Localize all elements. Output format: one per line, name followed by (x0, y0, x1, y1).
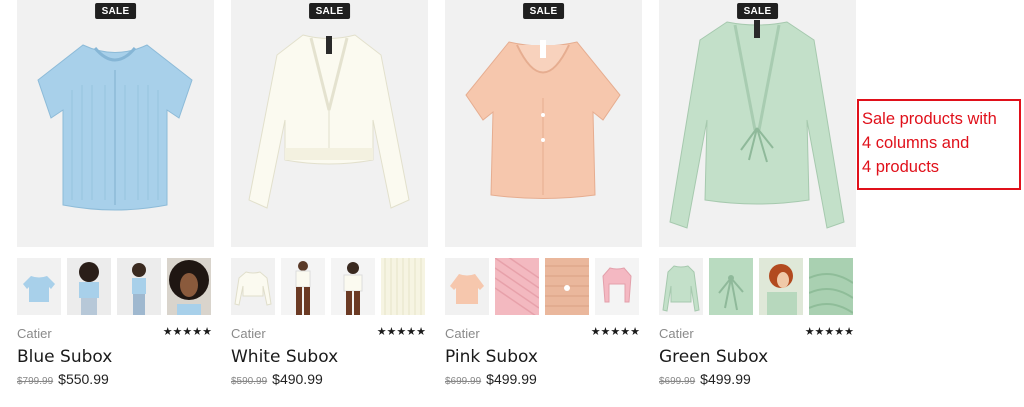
sale-badge: SALE (736, 3, 779, 19)
product-main-image[interactable]: SALE (231, 0, 428, 247)
thumbnail[interactable] (231, 258, 275, 315)
sale-price: $490.99 (272, 371, 323, 387)
product-brand: Catier (659, 326, 694, 341)
product-card[interactable]: SALE Catier ★★★★★ Blue Subox $799.99 $55… (17, 0, 214, 407)
thumbnail-strip (17, 258, 211, 315)
thumbnail[interactable] (595, 258, 639, 315)
thumbnail-strip (231, 258, 425, 315)
sale-badge: SALE (94, 3, 137, 19)
original-price: $799.99 (17, 376, 54, 387)
thumbnail[interactable] (117, 258, 161, 315)
sale-price: $499.99 (486, 371, 537, 387)
annotation-line: Sale products with (862, 110, 997, 128)
annotation-callout: Sale products with 4 columns and 4 produ… (857, 99, 1021, 190)
thumbnail[interactable] (709, 258, 753, 315)
product-main-image[interactable]: SALE (445, 0, 642, 247)
sale-badge: SALE (308, 3, 351, 19)
original-price: $590.99 (231, 376, 268, 387)
thumbnail[interactable] (809, 258, 853, 315)
product-name[interactable]: Pink Subox (445, 347, 538, 367)
original-price: $699.99 (659, 376, 696, 387)
thumbnail[interactable] (495, 258, 539, 315)
annotation-line: 4 products (862, 158, 940, 176)
product-name[interactable]: Green Subox (659, 347, 768, 367)
thumbnail[interactable] (381, 258, 425, 315)
original-price: $699.99 (445, 376, 482, 387)
product-card[interactable]: SALE Catier ★★★★★ White Subox $590.99 $4… (231, 0, 428, 407)
product-name[interactable]: White Subox (231, 347, 338, 367)
product-price: $699.99 $499.99 (659, 371, 751, 387)
sale-price: $550.99 (58, 371, 109, 387)
thumbnail[interactable] (281, 258, 325, 315)
product-grid: SALE Catier ★★★★★ Blue Subox $799.99 $55… (17, 0, 856, 407)
product-price: $699.99 $499.99 (445, 371, 537, 387)
thumbnail[interactable] (17, 258, 61, 315)
thumbnail[interactable] (445, 258, 489, 315)
product-main-image[interactable]: SALE (659, 0, 856, 247)
thumbnail[interactable] (167, 258, 211, 315)
sale-badge: SALE (522, 3, 565, 19)
product-price: $799.99 $550.99 (17, 371, 109, 387)
rating-stars: ★★★★★ (804, 326, 854, 338)
sale-price: $499.99 (700, 371, 751, 387)
thumbnail[interactable] (67, 258, 111, 315)
thumbnail-strip (445, 258, 639, 315)
thumbnail[interactable] (331, 258, 375, 315)
rating-stars: ★★★★★ (590, 326, 640, 338)
thumbnail[interactable] (545, 258, 589, 315)
product-brand: Catier (445, 326, 480, 341)
product-price: $590.99 $490.99 (231, 371, 323, 387)
product-brand: Catier (231, 326, 266, 341)
product-card[interactable]: SALE Catier ★★★★★ Green Subox $699.99 $4… (659, 0, 856, 407)
product-card[interactable]: SALE Catier ★★★★★ Pink Subox $699.99 $49… (445, 0, 642, 407)
product-main-image[interactable]: SALE (17, 0, 214, 247)
annotation-line: 4 columns and (862, 134, 970, 152)
thumbnail[interactable] (759, 258, 803, 315)
product-brand: Catier (17, 326, 52, 341)
rating-stars: ★★★★★ (376, 326, 426, 338)
rating-stars: ★★★★★ (162, 326, 212, 338)
thumbnail-strip (659, 258, 853, 315)
thumbnail[interactable] (659, 258, 703, 315)
product-name[interactable]: Blue Subox (17, 347, 112, 367)
